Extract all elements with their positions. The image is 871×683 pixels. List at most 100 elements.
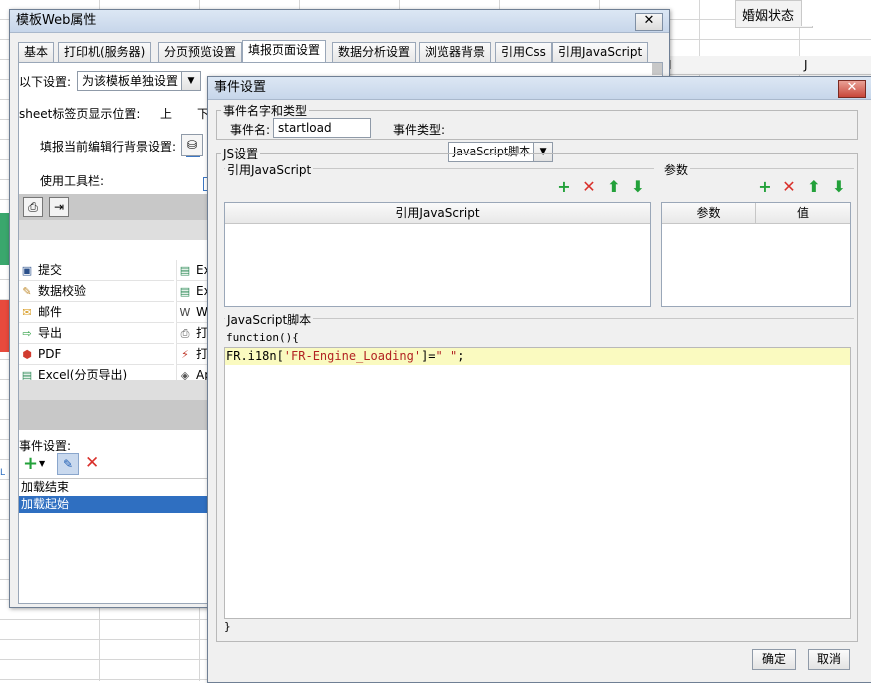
- params-divider: [662, 168, 854, 169]
- event-settings-label: 事件设置:: [19, 439, 72, 453]
- settings-combo[interactable]: 为该模板单独设置 ▼: [77, 71, 202, 91]
- js-settings-legend: JS设置: [223, 147, 259, 161]
- tab-fill-page-settings[interactable]: 填报页面设置: [242, 40, 327, 62]
- event-settings-dialog: 事件设置 ✕ 事件名字和类型 事件名: startload 事件类型: Java…: [207, 76, 871, 683]
- code-token: ]=: [421, 349, 436, 363]
- tab-basic[interactable]: 基本: [18, 42, 55, 62]
- script-editor[interactable]: FR.i18n['FR-Engine_Loading']=" ";: [224, 347, 851, 619]
- tab-browser-background[interactable]: 浏览器背景: [419, 42, 492, 62]
- child-close-button[interactable]: ✕: [838, 80, 866, 98]
- event-type-label: 事件类型:: [393, 123, 446, 137]
- ref-js-column-header: 引用JavaScript: [395, 206, 480, 220]
- params-section-label: 参数: [662, 161, 691, 178]
- edit-event-icon[interactable]: ✎: [57, 453, 79, 475]
- list-item[interactable]: ✎ 数据校验: [19, 281, 174, 302]
- tab-ref-javascript[interactable]: 引用JavaScript: [552, 42, 649, 62]
- move-down-icon[interactable]: ⬇: [629, 178, 647, 196]
- ref-js-table: 引用JavaScript: [224, 202, 651, 307]
- header-cell-blank: [801, 0, 871, 26]
- list-item-label: 数据校验: [38, 284, 87, 298]
- pdf-icon: ⬢: [22, 347, 32, 361]
- child-title: 事件设置: [214, 80, 267, 95]
- column-header-j: J: [804, 58, 808, 72]
- toolbar-preview-bar: ⎙ ⇥: [19, 194, 219, 220]
- tab-page-preview[interactable]: 分页预览设置: [158, 42, 243, 62]
- save-icon: ▣: [21, 263, 33, 277]
- params-table: 参数 值: [661, 202, 851, 307]
- toolbar-gap: [19, 220, 219, 240]
- list-item-label: 提交: [38, 263, 63, 277]
- column-header-row: I J: [668, 56, 871, 75]
- code-string: 'FR-Engine_Loading': [283, 349, 422, 363]
- chevron-down-icon: ▼: [181, 72, 201, 90]
- move-up-icon[interactable]: ⬆: [805, 178, 823, 196]
- fill-bg-label: 填报当前编辑行背景设置:: [40, 140, 177, 154]
- script-divider: [224, 318, 854, 319]
- sheet-position-label: sheet标签页显示位置:: [19, 107, 141, 121]
- event-list-item[interactable]: 加载结束: [19, 479, 219, 496]
- event-list-item-selected[interactable]: 加载起始: [19, 496, 219, 513]
- list-item-label: 导出: [38, 326, 63, 340]
- settings-label: 以下设置:: [19, 75, 72, 89]
- move-up-icon[interactable]: ⬆: [605, 178, 623, 196]
- export-icon: ⇨: [22, 326, 32, 340]
- function-close-text: }: [224, 620, 231, 633]
- parent-title: 模板Web属性: [16, 13, 97, 28]
- list-item[interactable]: ✉ 邮件: [19, 302, 174, 323]
- list-item[interactable]: ▣ 提交: [19, 260, 174, 281]
- paint-bucket-icon[interactable]: ⛁: [181, 134, 203, 156]
- code-token: FR.i18n[: [226, 349, 284, 363]
- export-icon[interactable]: ⇥: [49, 197, 69, 217]
- add-js-icon[interactable]: +: [555, 178, 573, 196]
- chevron-down-icon[interactable]: ▼: [39, 459, 45, 468]
- code-line: FR.i18n['FR-Engine_Loading']=" ";: [225, 348, 850, 365]
- add-event-icon[interactable]: +: [23, 453, 38, 474]
- mail-icon: ✉: [22, 305, 32, 319]
- script-section-label: JavaScript脚本: [225, 311, 314, 328]
- delete-js-icon[interactable]: ✕: [580, 178, 598, 196]
- excel-icon: ▤: [179, 263, 191, 277]
- flash-print-icon: ⚡: [181, 347, 189, 361]
- code-token: ;: [457, 349, 465, 363]
- child-titlebar: 事件设置: [208, 77, 871, 100]
- toolbar-items-left: ▣ 提交 ✎ 数据校验 ✉ 邮件 ⇨ 导出 ⬢ PDF ▤ Excel(分页导出): [19, 260, 174, 386]
- tab-ref-css[interactable]: 引用Css: [495, 42, 552, 62]
- code-string: " ": [435, 349, 458, 363]
- toolbar-preview-gap: [19, 380, 219, 400]
- params-table-header: 参数 值: [662, 203, 850, 224]
- list-item[interactable]: ⇨ 导出: [19, 323, 174, 344]
- parent-titlebar: 模板Web属性: [10, 10, 669, 33]
- value-column-header: 值: [796, 206, 809, 220]
- delete-param-icon[interactable]: ✕: [780, 178, 798, 196]
- list-item[interactable]: ⬢ PDF: [19, 344, 174, 365]
- ref-js-section-label: 引用JavaScript: [225, 161, 314, 178]
- function-open-text: function(){: [226, 331, 299, 344]
- add-param-icon[interactable]: +: [756, 178, 774, 196]
- radio-sheet-top-label: 上: [160, 107, 173, 121]
- excel-icon: ▤: [179, 284, 191, 298]
- pencil-icon: ✎: [22, 284, 32, 298]
- use-toolbar-label: 使用工具栏:: [40, 174, 105, 188]
- name-type-legend: 事件名字和类型: [223, 104, 308, 118]
- tab-data-analysis[interactable]: 数据分析设置: [332, 42, 417, 62]
- cancel-button[interactable]: 取消: [808, 649, 850, 670]
- close-icon: ✕: [643, 13, 655, 28]
- toolbar-preview-bottom: [19, 400, 219, 430]
- list-item-label: PDF: [38, 347, 62, 361]
- tab-strip: 基本 打印机(服务器) 分页预览设置 填报页面设置 数据分析设置 浏览器背景 引…: [18, 40, 661, 62]
- red-cell-fill: [0, 300, 9, 352]
- close-icon: ✕: [846, 80, 858, 95]
- event-name-input[interactable]: startload: [273, 118, 371, 138]
- delete-event-icon[interactable]: ✕: [85, 453, 99, 473]
- green-cell-fill: [0, 213, 9, 265]
- move-down-icon[interactable]: ⬇: [830, 178, 848, 196]
- tab-printer-server[interactable]: 打印机(服务器): [58, 42, 152, 62]
- print-icon[interactable]: ⎙: [23, 197, 43, 217]
- param-column-header: 参数: [662, 203, 756, 223]
- parent-close-button[interactable]: ✕: [635, 13, 663, 31]
- ok-button[interactable]: 确定: [752, 649, 796, 670]
- panel-scrollbar[interactable]: [652, 63, 662, 75]
- print-icon: ⎙: [180, 326, 190, 340]
- list-item-label: 邮件: [38, 305, 63, 319]
- event-list: 加载结束 加载起始: [19, 478, 219, 603]
